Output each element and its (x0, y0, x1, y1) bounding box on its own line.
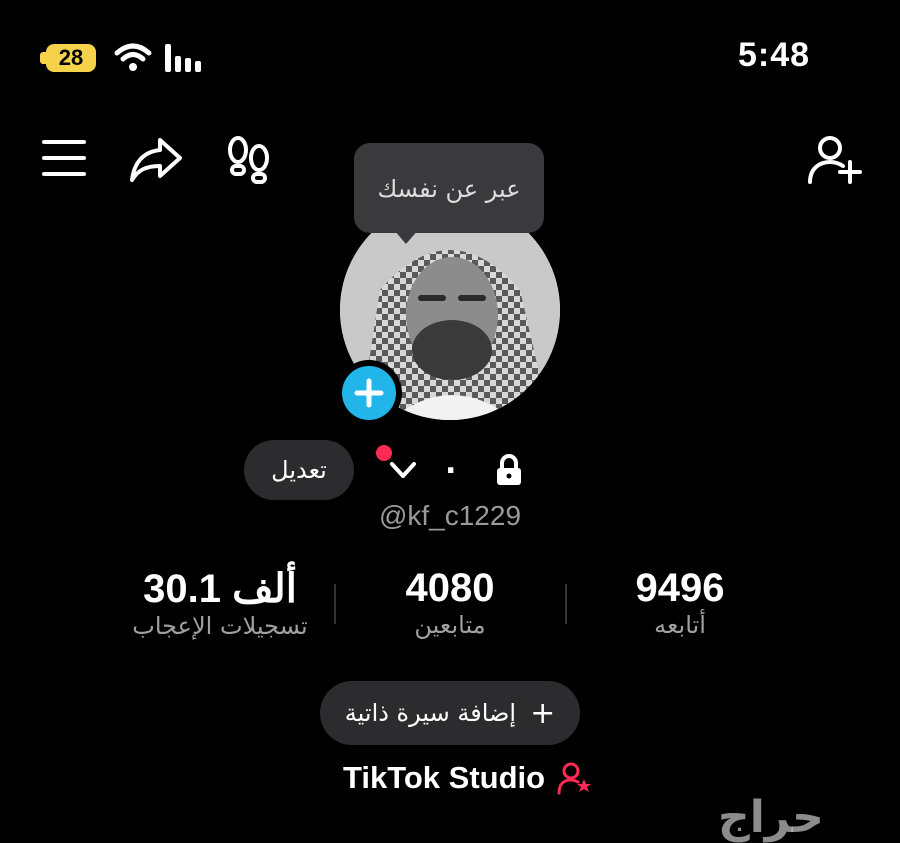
chevron-down-icon[interactable] (388, 458, 418, 482)
add-avatar-circle (342, 366, 396, 420)
stat-followers[interactable]: 4080 متابعين (370, 566, 530, 639)
likes-label: تسجيلات الإعجاب (132, 612, 308, 640)
add-bio-button[interactable]: إضافة سيرة ذاتية + (320, 681, 580, 745)
bio-label: إضافة سيرة ذاتية (344, 699, 517, 727)
haraj-watermark: حراج (718, 792, 824, 843)
studio-user-star-icon (557, 762, 592, 795)
profile-name: . (445, 446, 457, 481)
edit-profile-button[interactable]: تعديل (244, 440, 354, 500)
tooltip-tail (394, 230, 418, 244)
followers-count: 4080 (405, 566, 495, 610)
lock-icon (497, 454, 521, 485)
following-count: 9496 (635, 566, 725, 610)
share-icon[interactable] (128, 134, 184, 184)
likes-count: 30.1 ألف (143, 567, 297, 611)
notification-dot (376, 445, 392, 461)
stat-likes[interactable]: 30.1 ألف تسجيلات الإعجاب (110, 566, 330, 640)
wifi-icon (114, 43, 152, 71)
bio-plus-icon: + (530, 695, 556, 731)
stat-following[interactable]: 9496 أتابعه (600, 566, 760, 639)
status-time: 5:48 (738, 36, 811, 74)
stat-divider (565, 584, 567, 624)
battery-indicator: 28 (46, 44, 96, 72)
cellular-signal-icon (165, 44, 201, 72)
following-label: أتابعه (654, 611, 706, 639)
footprints-icon[interactable] (224, 134, 274, 186)
stat-divider (334, 584, 336, 624)
add-user-icon[interactable] (806, 134, 866, 186)
studio-label: TikTok Studio (343, 760, 546, 795)
plus-icon (354, 378, 384, 408)
tiktok-studio-link[interactable]: TikTok Studio (343, 760, 593, 796)
add-avatar-button[interactable] (336, 360, 402, 426)
profile-handle: @kf_c1229 (378, 500, 522, 531)
menu-icon[interactable] (40, 138, 88, 178)
followers-label: متابعين (414, 611, 486, 639)
bio-tooltip[interactable]: عبر عن نفسك (354, 143, 544, 233)
